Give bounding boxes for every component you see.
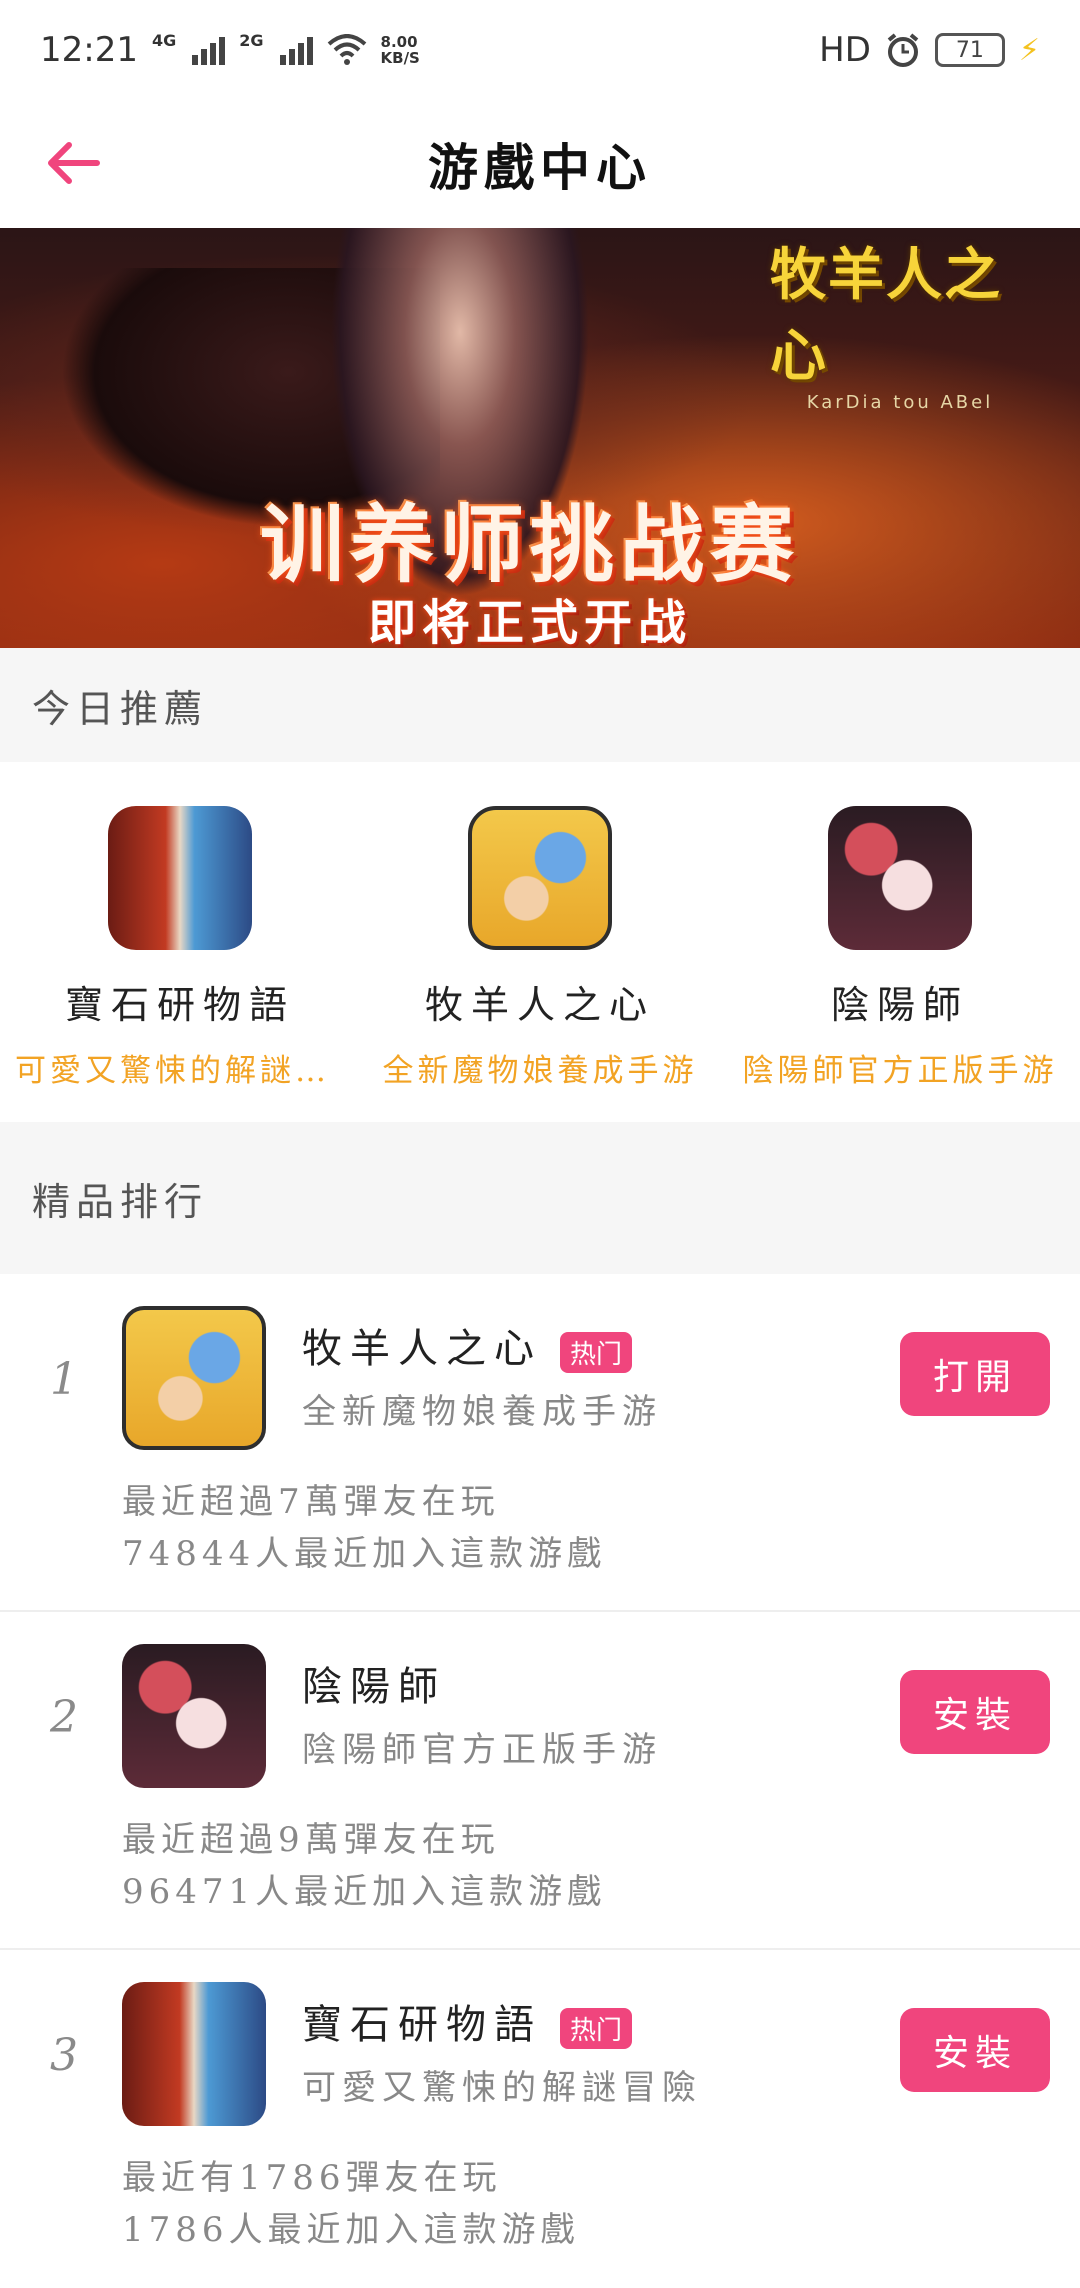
hd-indicator: HD <box>819 30 871 70</box>
signal-icon <box>279 35 313 65</box>
gem-story-icon <box>108 806 252 950</box>
page-title: 游戲中心 <box>428 138 652 197</box>
rank-game-name: 牧羊人之心 热门 <box>302 1316 633 1374</box>
app-bar: 游戲中心 <box>0 100 1080 229</box>
ranking-row[interactable]: 3 寶石研物語 热门 可愛又驚悚的解謎冒險 最近有1786彈友在玩 1786人最近… <box>0 1950 1080 2288</box>
banner-logo: 牧羊人之心 KarDia tou ABel <box>770 242 1030 413</box>
rank-game-title: 陰陽師 <box>302 1664 446 1710</box>
hot-badge: 热门 <box>560 1331 633 1373</box>
recommend-name: 陰陽師 <box>830 983 969 1027</box>
rank-players-text: 最近超過9萬彈友在玩 <box>122 1820 500 1860</box>
banner-logo-sub: KarDia tou ABel <box>806 391 994 413</box>
clock: 12:21 <box>40 30 138 70</box>
section-header-ranking: 精品排行 <box>0 1122 1080 1274</box>
recommend-desc: 陰陽師官方正版手游 <box>742 1053 1058 1089</box>
recommend-name: 牧羊人之心 <box>424 983 655 1027</box>
open-button[interactable]: 打開 <box>900 1332 1050 1416</box>
wifi-icon <box>327 34 366 65</box>
ranking-row[interactable]: 2 陰陽師 陰陽師官方正版手游 最近超過9萬彈友在玩 96471人最近加入這款游… <box>0 1612 1080 1950</box>
recommend-item[interactable]: 陰陽師 陰陽師官方正版手游 <box>720 762 1080 1122</box>
recommend-desc: 全新魔物娘養成手游 <box>382 1053 698 1089</box>
rank-joined-text: 1786人最近加入這款游戲 <box>122 2210 580 2250</box>
shepherd-heart-icon <box>122 1306 266 1450</box>
network-speed: 8.00 KB/S <box>381 34 420 66</box>
section-header-today: 今日推薦 <box>0 648 1080 762</box>
hot-badge: 热门 <box>560 2007 633 2049</box>
promo-banner[interactable]: 牧羊人之心 KarDia tou ABel 训养师挑战赛 即将正式开战 <box>0 228 1080 648</box>
onmyoji-icon <box>828 806 972 950</box>
rank-game-name: 寶石研物語 热门 <box>302 1992 633 2050</box>
rank-joined-text: 96471人最近加入這款游戲 <box>122 1872 607 1912</box>
banner-logo-text: 牧羊人之心 <box>770 241 1002 389</box>
rank-game-title: 寶石研物語 <box>302 2002 542 2048</box>
signal-icon <box>192 35 226 65</box>
arrow-left-icon <box>48 142 100 184</box>
rank-game-desc: 陰陽師官方正版手游 <box>302 1730 662 1770</box>
banner-subline: 即将正式开战 <box>367 595 692 648</box>
rank-game-desc: 可愛又驚悚的解謎冒險 <box>302 2068 702 2108</box>
network-4g-label: 4G <box>151 30 177 50</box>
rank-number: 2 <box>50 1692 78 1743</box>
battery-icon: 71 <box>934 33 1005 67</box>
speed-unit: KB/S <box>380 49 420 67</box>
charging-icon: ⚡ <box>1018 32 1040 68</box>
rank-game-desc: 全新魔物娘養成手游 <box>302 1392 662 1432</box>
rank-number: 1 <box>50 1354 78 1405</box>
banner-headline: 训养师挑战赛 <box>259 495 800 594</box>
onmyoji-icon <box>122 1644 266 1788</box>
rank-game-title: 牧羊人之心 <box>302 1326 542 1372</box>
rank-players-text: 最近超過7萬彈友在玩 <box>122 1482 500 1522</box>
back-button[interactable] <box>38 128 108 198</box>
install-button[interactable]: 安裝 <box>900 2008 1050 2092</box>
rank-joined-text: 74844人最近加入這款游戲 <box>122 1534 607 1574</box>
shepherd-heart-icon <box>468 806 612 950</box>
ranking-row[interactable]: 1 牧羊人之心 热门 全新魔物娘養成手游 最近超過7萬彈友在玩 74844人最近加… <box>0 1274 1080 1612</box>
recommend-name: 寶石研物語 <box>64 983 295 1027</box>
recommend-desc: 可愛又驚悚的解謎冒險 <box>15 1053 345 1089</box>
recommend-item[interactable]: 寶石研物語 可愛又驚悚的解謎冒險 <box>0 762 360 1122</box>
rank-players-text: 最近有1786彈友在玩 <box>122 2158 502 2198</box>
gem-story-icon <box>122 1982 266 2126</box>
today-recommend-list: 寶石研物語 可愛又驚悚的解謎冒險 牧羊人之心 全新魔物娘養成手游 陰陽師 陰陽師… <box>0 762 1080 1122</box>
rank-number: 3 <box>50 2030 78 2081</box>
recommend-item[interactable]: 牧羊人之心 全新魔物娘養成手游 <box>360 762 720 1122</box>
rank-game-name: 陰陽師 <box>302 1654 446 1712</box>
install-button[interactable]: 安裝 <box>900 1670 1050 1754</box>
status-bar: 12:21 4G 2G 8.00 KB/S HD 71 ⚡ <box>0 0 1080 100</box>
speed-value: 8.00 <box>380 33 418 51</box>
alarm-icon <box>887 33 919 67</box>
network-2g-label: 2G <box>239 30 264 50</box>
